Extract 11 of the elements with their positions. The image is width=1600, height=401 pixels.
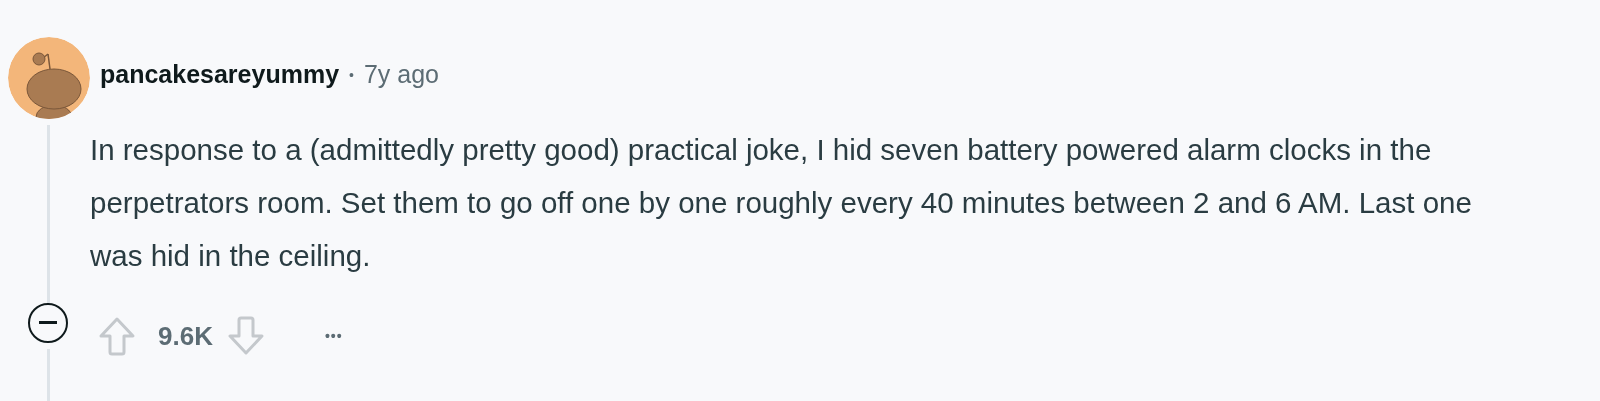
separator-dot: • [349, 66, 354, 83]
comment-text: In response to a (admittedly pretty good) practical joke, I hid seven battery powered alarm clocks in the perpetrators room. Set them to go off one by one roughly every 40 minutes between 2 and 6 AM. Last one was hid in the ceiling. [90, 132, 1473, 274]
avatar[interactable] [7, 37, 90, 119]
username[interactable]: pancakesareyummy [100, 60, 340, 89]
collapse-button[interactable] [28, 303, 68, 343]
vote-count: 9.6K [158, 320, 213, 352]
more-options-button[interactable]: ••• [324, 328, 343, 344]
downvote-icon [226, 316, 265, 356]
timestamp: 7y ago [363, 60, 439, 89]
upvote-icon [98, 316, 136, 356]
minus-icon [39, 321, 57, 325]
